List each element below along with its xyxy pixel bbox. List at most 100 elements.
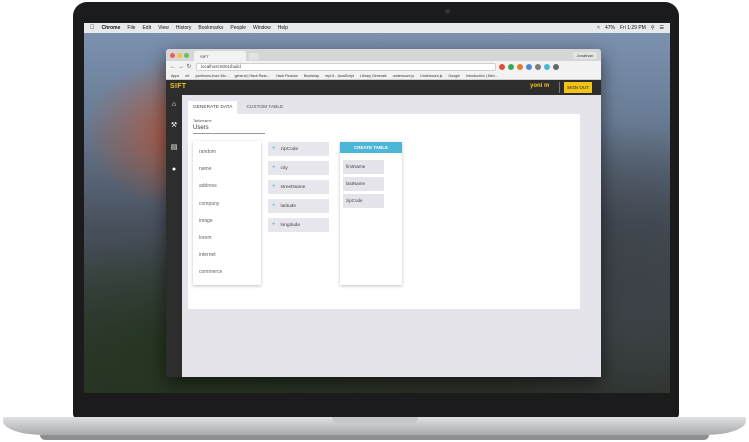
menu-view[interactable]: View [158,25,169,31]
back-arrow-icon[interactable]: ← [169,64,177,70]
sift-app: SIFT yoni m SIGN OUT ⌂ ⚒ ▤ ● GENERATE DA… [166,80,601,377]
fullscreen-window-button[interactable] [184,53,189,58]
category-item[interactable]: address [199,183,217,189]
username: yoni m [530,83,550,89]
field-label: latitude [280,204,296,209]
category-list: random name address company image lorem … [193,141,261,285]
document-icon[interactable]: ▤ [170,144,178,152]
circle-icon[interactable]: ● [170,166,178,174]
tab-custom-table[interactable]: CUSTOM TABLE [241,101,288,114]
bookmark-item[interactable]: Underscore.js [420,74,442,78]
category-item[interactable]: name [199,166,212,172]
camera-dot [445,9,450,14]
table-builder: CREATE TABLE firstName lastName zipCode [340,142,402,285]
apple-icon[interactable]:  [90,25,95,31]
category-item[interactable]: random [199,149,216,155]
bookmark-item[interactable]: general | Hack Reac... [235,74,271,78]
tab-strip: SIFT Jonathan [166,49,601,61]
bookmark-item[interactable]: Bootstrap [304,74,319,78]
menu-history[interactable]: History [176,25,192,31]
plus-icon: + [272,184,276,190]
category-item[interactable]: commerce [199,269,222,275]
profile-button[interactable]: Jonathan [572,52,597,59]
plus-icon: + [272,203,276,209]
table-field[interactable]: firstName [343,160,384,174]
forward-arrow-icon[interactable]: → [177,64,185,70]
address-bar[interactable]: localhost:5001/build [196,62,496,71]
bookmark-item[interactable]: Apps [171,74,179,78]
menu-bookmarks[interactable]: Bookmarks [198,25,223,31]
browser-tab[interactable]: SIFT [194,51,246,61]
bookmarks-bar: Apps ntr yoniburns-from-Mo... general | … [166,72,601,80]
close-window-button[interactable] [170,53,175,58]
menu-list-icon[interactable]: ☰ [660,25,664,31]
extension-icon[interactable] [499,63,505,70]
wrench-icon[interactable]: ⚒ [170,122,178,130]
home-icon[interactable]: ⌂ [170,101,178,109]
category-item[interactable]: internet [199,252,216,258]
app-sidebar: ⌂ ⚒ ▤ ● [166,95,182,377]
menu-edit[interactable]: Edit [142,25,151,31]
category-item[interactable]: company [199,201,219,207]
extension-icon[interactable] [508,63,514,70]
extension-icon[interactable] [535,63,541,70]
add-field-button[interactable]: + zipCode [268,142,329,156]
clock[interactable]: Fri 1:29 PM [620,25,646,31]
extension-icon[interactable] [526,63,532,70]
chrome-menu-icon[interactable] [553,63,559,70]
extension-icon[interactable] [517,63,523,70]
bookmark-item[interactable]: ntr [185,74,189,78]
header-divider [559,82,560,93]
battery-percent[interactable]: 47% [605,25,615,31]
create-table-button[interactable]: CREATE TABLE [340,142,402,153]
app-logo[interactable]: SIFT [170,83,186,90]
bookmark-item[interactable]: Google [448,74,460,78]
app-tabs: GENERATE DATA CUSTOM TABLE [188,101,288,114]
category-item[interactable]: image [199,218,213,224]
mac-menubar:  Chrome File Edit View History Bookmark… [84,23,670,33]
reload-icon[interactable]: ↻ [185,63,193,70]
new-tab-button[interactable] [249,53,259,60]
bookmark-item[interactable]: repl.it - JavaScript [325,74,354,78]
sign-out-button[interactable]: SIGN OUT [564,82,592,93]
bookmark-item[interactable]: Hack Reactor [276,74,298,78]
menubar-status: ≈ 47% Fri 1:29 PM ⚲ ☰ [597,25,664,31]
search-icon[interactable]: ⚲ [651,25,655,31]
add-field-button[interactable]: + longitude [268,218,329,232]
table-field[interactable]: lastName [343,177,384,191]
add-field-button[interactable]: + city [268,161,329,175]
menu-file[interactable]: File [127,25,135,31]
plus-icon: + [272,222,276,228]
bookmark-item[interactable]: yoniburns-from-Mo... [195,74,228,78]
app-header: SIFT yoni m SIGN OUT [166,80,601,95]
desktop-screen:  Chrome File Edit View History Bookmark… [84,23,670,393]
browser-toolbar: ← → ↻ localhost:5001/build [166,61,601,72]
menu-chrome[interactable]: Chrome [102,25,121,31]
bookmark-item[interactable]: Library Generals [360,74,387,78]
bookmark-item[interactable]: underscore.js [393,74,415,78]
add-field-button[interactable]: + streetName [268,180,329,194]
menu-window[interactable]: Window [253,25,271,31]
laptop-foot [40,435,709,440]
extension-icon[interactable] [544,63,550,70]
table-field[interactable]: zipCode [343,194,384,208]
field-label: city [280,166,288,171]
minimize-window-button[interactable] [177,53,182,58]
add-field-button[interactable]: + latitude [268,199,329,213]
laptop-mockup:  Chrome File Edit View History Bookmark… [0,0,749,442]
wifi-icon[interactable]: ≈ [597,25,600,31]
table-name-input[interactable]: Users [193,125,265,134]
bookmark-item[interactable]: Introduction | Meri... [466,74,498,78]
plus-icon: + [272,165,276,171]
plus-icon: + [272,146,276,152]
field-label: streetName [280,185,306,190]
table-name-label: Tablename [193,119,212,123]
field-label: longitude [280,223,300,228]
menu-help[interactable]: Help [278,25,288,31]
generate-data-panel: Tablename Users random name address comp… [188,114,580,309]
chrome-window: SIFT Jonathan ← → ↻ localhost:5001/build… [166,49,601,377]
field-label: zipCode [280,147,299,152]
menu-people[interactable]: People [230,25,246,31]
category-item[interactable]: lorem [199,235,212,241]
tab-generate-data[interactable]: GENERATE DATA [188,101,238,114]
